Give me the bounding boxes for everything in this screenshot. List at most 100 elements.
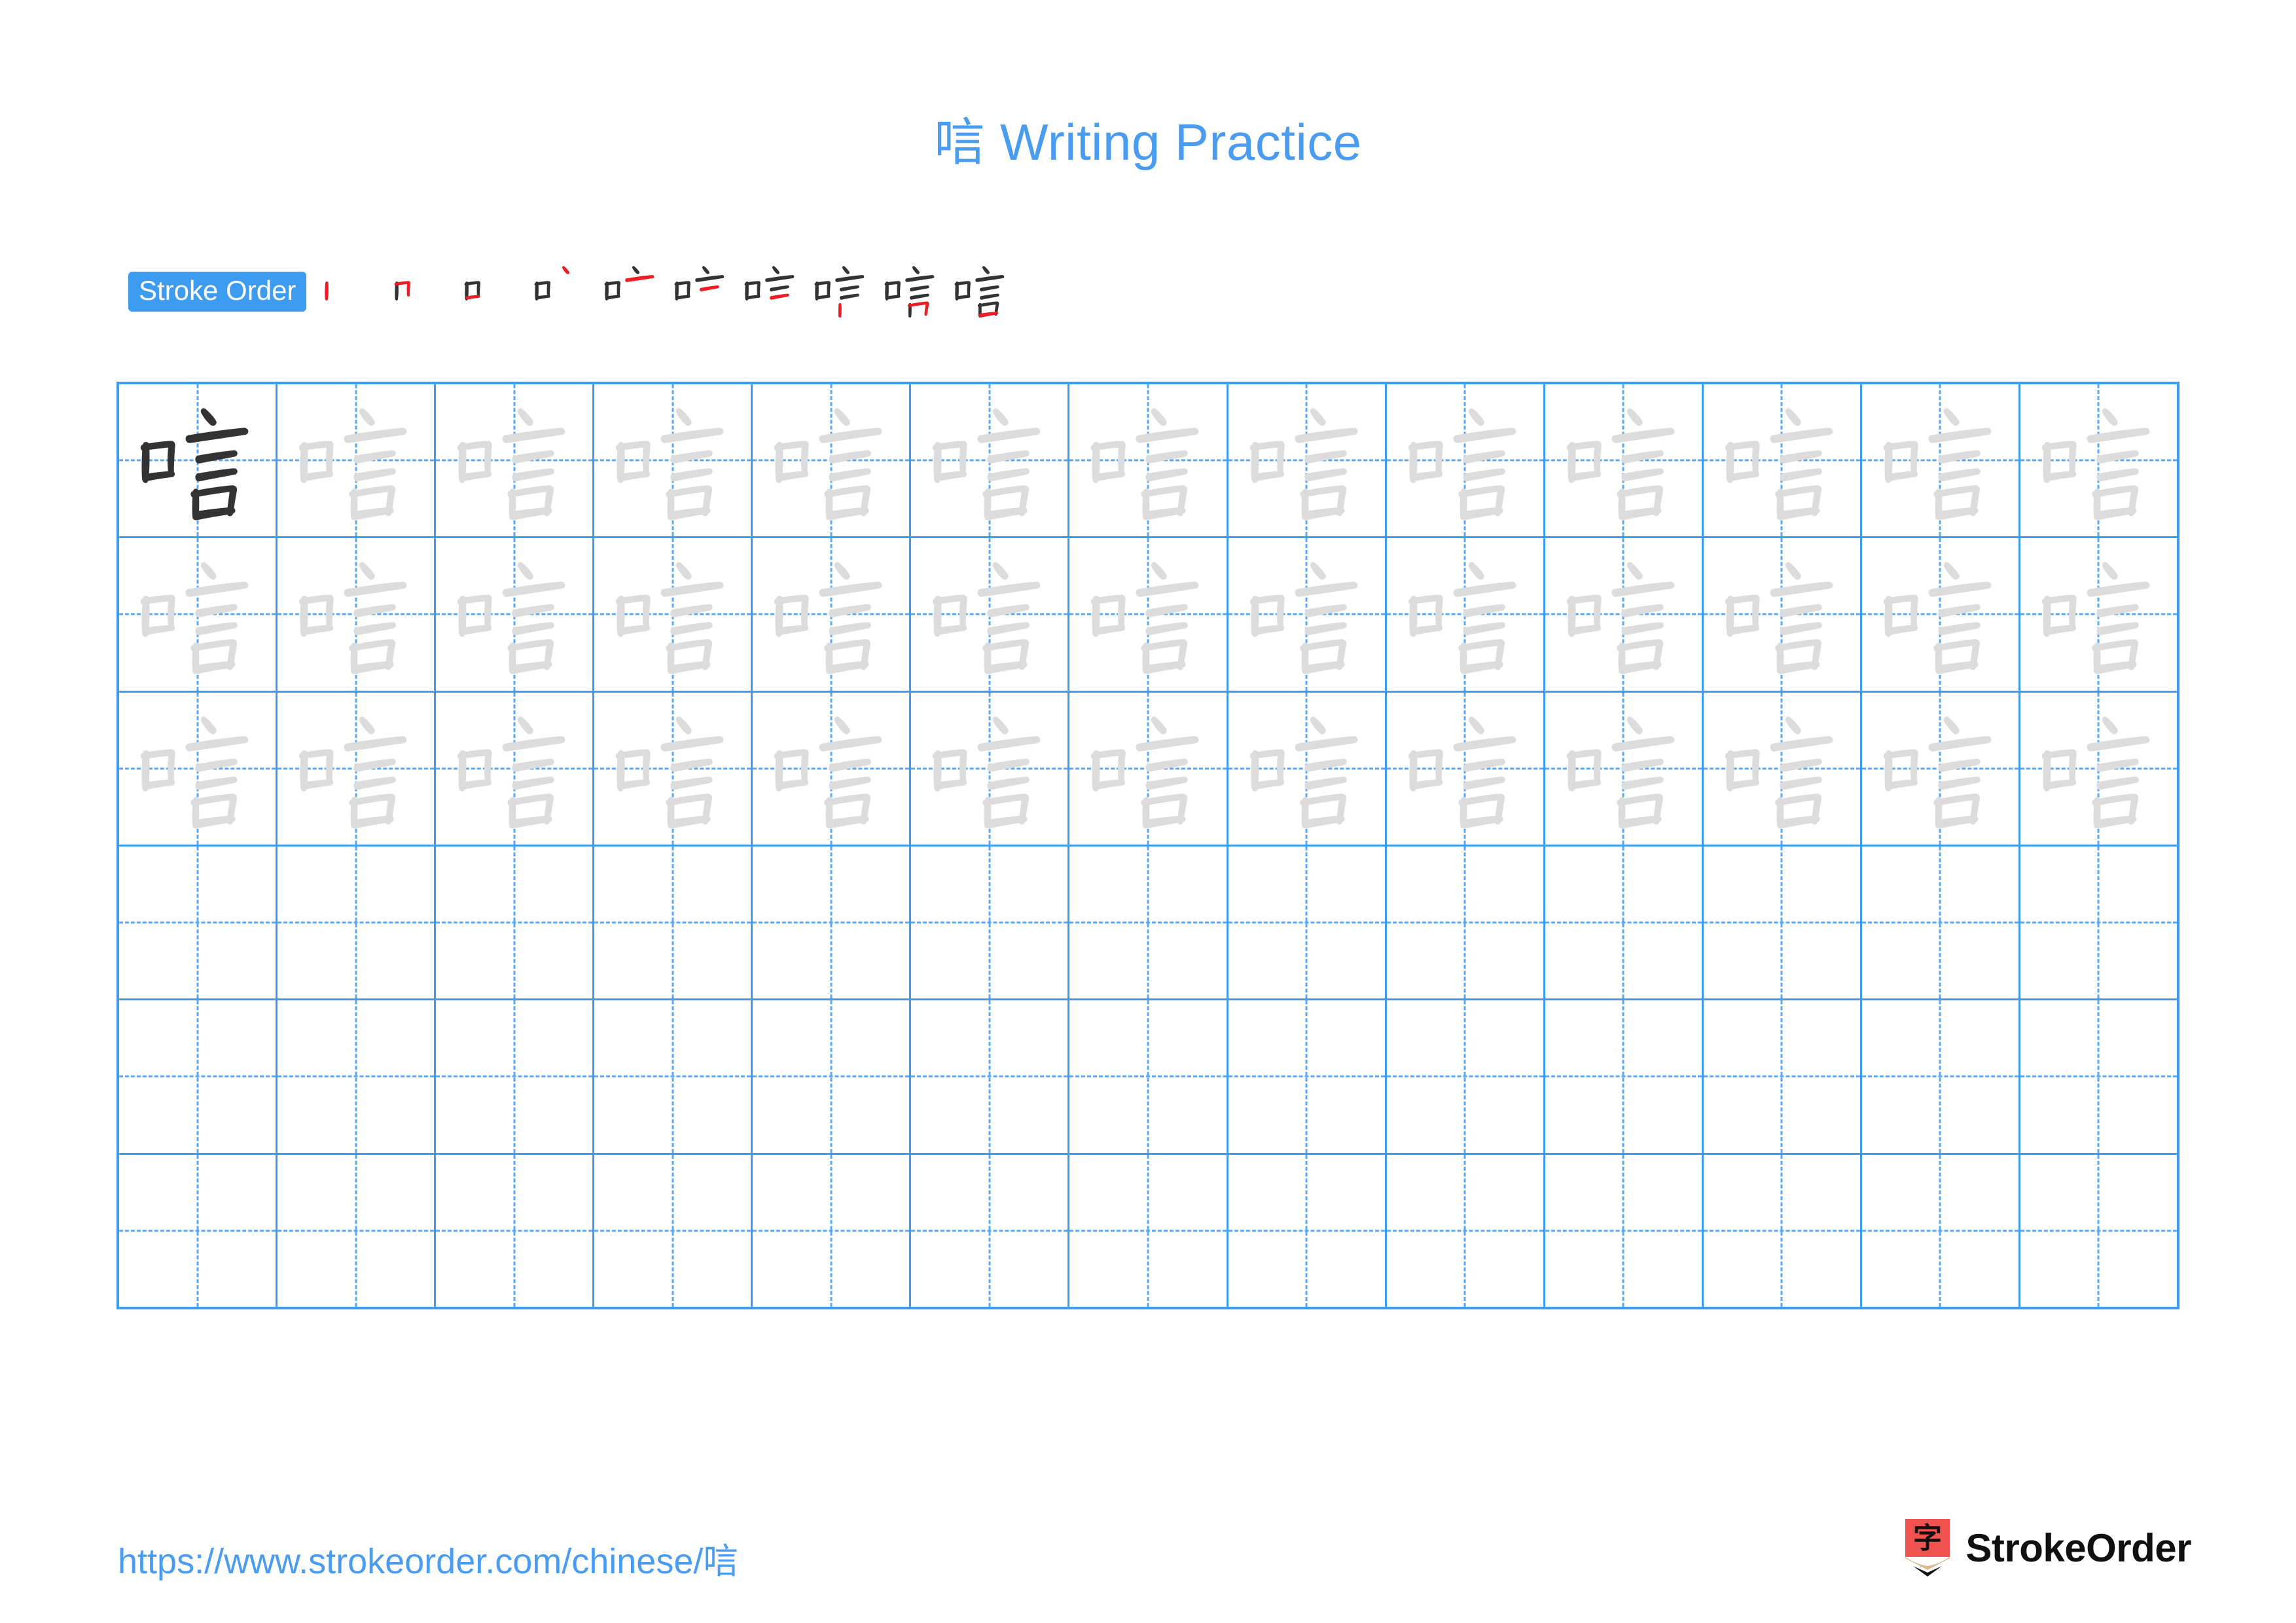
practice-cell[interactable] [1545,846,1704,999]
practice-cell[interactable] [1703,1154,1862,1307]
practice-cell[interactable] [2020,384,2178,537]
trace-character [1545,693,1702,845]
practice-cell[interactable] [1228,1000,1387,1153]
practice-cell[interactable] [1703,384,1862,537]
guide-line-horizontal [1545,1075,1702,1078]
trace-character [753,384,909,536]
practice-cell[interactable] [1703,1000,1862,1153]
practice-cell[interactable] [278,1000,437,1153]
grid-row [119,692,2178,847]
practice-cell[interactable] [1386,692,1545,845]
practice-cell[interactable] [594,1154,753,1307]
practice-cell[interactable] [1386,384,1545,537]
practice-cell[interactable] [1861,1154,2020,1307]
practice-cell[interactable] [753,538,912,691]
practice-cell[interactable] [1228,692,1387,845]
practice-cell[interactable] [753,846,912,999]
practice-cell[interactable] [1703,846,1862,999]
practice-cell[interactable] [1386,1154,1545,1307]
trace-character [1229,693,1385,845]
practice-cell[interactable] [594,846,753,999]
source-url-link[interactable]: https://www.strokeorder.com/chinese/唁 [118,1532,738,1584]
practice-cell[interactable] [911,384,1070,537]
practice-cell[interactable] [1228,538,1387,691]
practice-cell[interactable] [119,384,278,537]
trace-character [1704,384,1860,536]
practice-cell[interactable] [278,1154,437,1307]
practice-cell[interactable] [119,846,278,999]
practice-cell[interactable] [753,384,912,537]
practice-cell[interactable] [1545,1154,1704,1307]
practice-cell[interactable] [2020,1154,2178,1307]
trace-character [594,384,751,536]
practice-cell[interactable] [911,846,1070,999]
practice-cell[interactable] [1545,538,1704,691]
practice-cell[interactable] [436,538,595,691]
practice-cell[interactable] [436,384,595,537]
practice-cell[interactable] [594,538,753,691]
practice-cell[interactable] [1861,384,2020,537]
practice-cell[interactable] [1228,846,1387,999]
practice-cell[interactable] [278,846,437,999]
practice-cell[interactable] [119,1154,278,1307]
guide-line-horizontal [911,1075,1068,1078]
practice-cell[interactable] [911,1154,1070,1307]
guide-line-horizontal [1861,1075,2018,1078]
svg-text:字: 字 [1913,1522,1942,1555]
practice-cell[interactable] [2020,692,2178,845]
trace-character [1069,384,1226,536]
practice-cell[interactable] [1545,1000,1704,1153]
guide-line-horizontal [594,921,751,924]
practice-cell[interactable] [594,692,753,845]
practice-cell[interactable] [436,1000,595,1153]
practice-cell[interactable] [2020,538,2178,691]
practice-cell[interactable] [594,1000,753,1153]
stroke-order-steps [315,254,1016,326]
practice-cell[interactable] [1545,384,1704,537]
practice-cell[interactable] [1386,1000,1545,1153]
practice-cell[interactable] [1386,846,1545,999]
practice-cell[interactable] [119,692,278,845]
guide-line-horizontal [2020,1075,2178,1078]
practice-cell[interactable] [1069,384,1229,537]
practice-cell[interactable] [1069,692,1229,845]
practice-cell[interactable] [119,1000,278,1153]
practice-cell[interactable] [1703,692,1862,845]
stroke-step-4 [526,254,596,326]
practice-cell[interactable] [1069,1000,1229,1153]
practice-cell[interactable] [911,1000,1070,1153]
practice-cell[interactable] [1386,538,1545,691]
practice-cell[interactable] [1069,1154,1229,1307]
practice-grid [117,382,2179,1309]
practice-cell[interactable] [1228,1154,1387,1307]
model-character [119,384,276,536]
practice-cell[interactable] [1545,692,1704,845]
practice-cell[interactable] [753,1154,912,1307]
practice-cell[interactable] [1703,538,1862,691]
guide-line-horizontal [594,1075,751,1078]
practice-cell[interactable] [436,1154,595,1307]
practice-cell[interactable] [1861,538,2020,691]
practice-cell[interactable] [1069,846,1229,999]
practice-cell[interactable] [278,538,437,691]
trace-character [278,384,434,536]
practice-cell[interactable] [1228,384,1387,537]
practice-cell[interactable] [911,538,1070,691]
practice-cell[interactable] [753,692,912,845]
practice-cell[interactable] [911,692,1070,845]
practice-cell[interactable] [1861,1000,2020,1153]
practice-cell[interactable] [1861,846,2020,999]
practice-cell[interactable] [2020,846,2178,999]
practice-cell[interactable] [436,692,595,845]
practice-cell[interactable] [278,692,437,845]
practice-cell[interactable] [2020,1000,2178,1153]
practice-cell[interactable] [436,846,595,999]
practice-cell[interactable] [1861,692,2020,845]
guide-line-horizontal [1545,921,1702,924]
practice-cell[interactable] [594,384,753,537]
practice-cell[interactable] [119,538,278,691]
practice-cell[interactable] [278,384,437,537]
practice-cell[interactable] [1069,538,1229,691]
stroke-step-10 [946,254,1016,326]
practice-cell[interactable] [753,1000,912,1153]
